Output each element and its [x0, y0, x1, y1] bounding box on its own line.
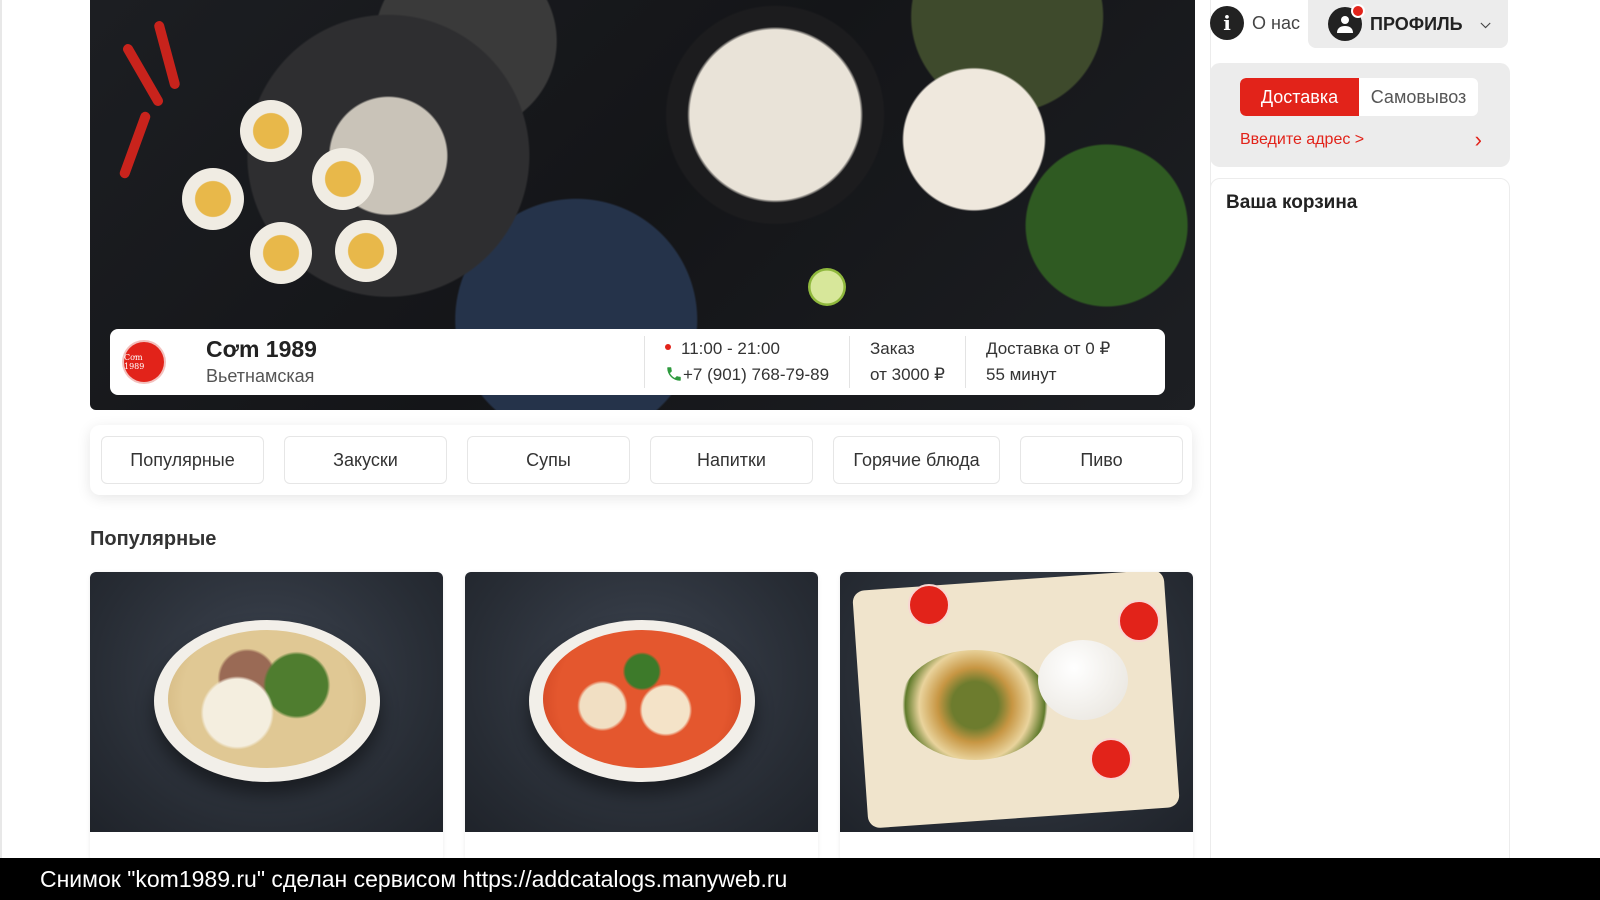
phone-icon — [667, 366, 681, 381]
chevron-down-icon: ⌵ — [1480, 16, 1491, 31]
scallop-decor — [335, 220, 397, 282]
phone-number[interactable]: +7 (901) 768-79-89 — [683, 365, 829, 384]
about-link[interactable]: i О нас — [1210, 6, 1300, 40]
pho-fill — [168, 630, 366, 768]
section-title: Популярные — [90, 528, 217, 550]
delivery-option-button[interactable]: Доставка — [1240, 78, 1359, 116]
restaurant-name: Cơm 1989 — [206, 336, 317, 362]
hero-banner: Cơm 1989 Cơm 1989 Вьетнамская 11:00 - 21… — [90, 0, 1195, 410]
delivery-cost: Доставка от 0 ₽ — [985, 339, 1111, 358]
logo-stamp-decor — [1118, 600, 1160, 642]
chili-decor — [118, 110, 152, 180]
order-min-value: от 3000 ₽ — [870, 365, 945, 384]
product-card[interactable] — [465, 572, 818, 862]
restaurant-name-block: Cơm 1989 Вьетнамская — [206, 335, 644, 389]
bowl-decor — [154, 620, 380, 782]
delivery-time: 55 минут — [985, 365, 1057, 384]
address-input-link[interactable]: Введите адрес > — [1240, 131, 1364, 149]
salad-decor — [900, 650, 1050, 760]
restaurant-cuisine: Вьетнамская — [206, 366, 315, 386]
cart-title: Ваша корзина — [1226, 192, 1358, 213]
chili-decor — [153, 19, 181, 91]
scallop-decor — [312, 148, 374, 210]
contact-block: 11:00 - 21:00 +7 (901) 768-79-89 — [644, 336, 849, 388]
order-min-block: Заказ от 3000 ₽ — [849, 336, 965, 388]
category-soups-button[interactable]: Супы — [467, 436, 630, 484]
order-label: Заказ — [870, 339, 915, 358]
cart-panel: Ваша корзина — [1210, 178, 1510, 868]
profile-label: ПРОФИЛЬ — [1370, 13, 1463, 34]
delivery-mode-toggle: Доставка Самовывоз — [1240, 78, 1478, 116]
profile-button[interactable]: ПРОФИЛЬ ⌵ — [1308, 0, 1508, 48]
user-avatar-icon — [1328, 4, 1365, 41]
chili-decor — [121, 42, 165, 108]
notification-badge — [1351, 4, 1365, 18]
scallop-decor — [250, 222, 312, 284]
category-beer-button[interactable]: Пиво — [1020, 436, 1183, 484]
category-hot-dishes-button[interactable]: Горячие блюда — [833, 436, 1000, 484]
about-label: О нас — [1252, 12, 1300, 33]
scallop-decor — [182, 168, 244, 230]
scallop-decor — [240, 100, 302, 162]
chevron-right-icon[interactable]: › — [1475, 127, 1482, 153]
info-icon: i — [1210, 6, 1244, 40]
category-drinks-button[interactable]: Напитки — [650, 436, 813, 484]
category-popular-button[interactable]: Популярные — [101, 436, 264, 484]
person-icon — [1337, 16, 1353, 33]
bowl-decor — [529, 620, 755, 782]
logo-stamp-decor — [908, 584, 950, 626]
product-image-pho[interactable] — [90, 572, 443, 832]
category-snacks-button[interactable]: Закуски — [284, 436, 447, 484]
restaurant-logo: Cơm 1989 — [124, 342, 164, 382]
screenshot-caption-bar: Снимок "kom1989.ru" сделан сервисом http… — [0, 858, 1600, 900]
category-nav: Популярные Закуски Супы Напитки Горячие … — [90, 425, 1192, 495]
opening-hours: 11:00 - 21:00 — [681, 339, 780, 358]
rice-decor — [1038, 640, 1128, 720]
logo-stamp-decor — [1090, 738, 1132, 780]
open-status-dot — [665, 343, 671, 350]
product-image-tom-yum[interactable] — [465, 572, 818, 832]
pickup-option-button[interactable]: Самовывоз — [1359, 78, 1478, 116]
caption-text: Снимок "kom1989.ru" сделан сервисом http… — [40, 866, 788, 892]
logo-text: Cơm 1989 — [124, 353, 145, 371]
delivery-panel: Доставка Самовывоз Введите адрес > › — [1210, 63, 1510, 167]
lime-decor — [808, 268, 846, 306]
tom-yum-fill — [543, 630, 741, 768]
product-image-rice-salad[interactable] — [840, 572, 1193, 832]
delivery-info-block: Доставка от 0 ₽ 55 минут — [964, 336, 1130, 388]
product-card[interactable] — [90, 572, 443, 862]
product-card[interactable] — [840, 572, 1193, 862]
restaurant-info-card: Cơm 1989 Cơm 1989 Вьетнамская 11:00 - 21… — [110, 329, 1165, 395]
